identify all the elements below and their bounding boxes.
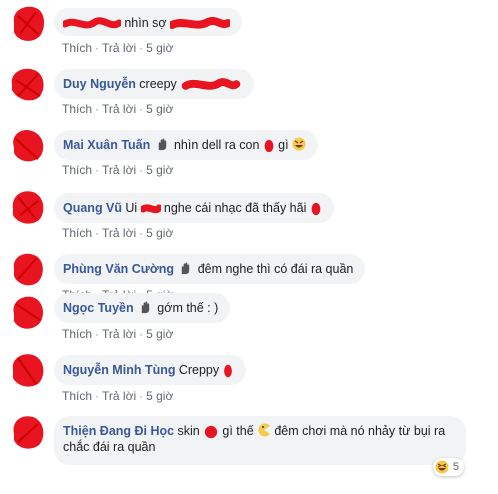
like-link[interactable]: Thích — [62, 102, 92, 116]
like-link[interactable]: Thích — [62, 327, 92, 341]
reply-link[interactable]: Trả lời — [102, 327, 136, 341]
author-name[interactable]: Mai Xuân Tuấn — [63, 138, 150, 152]
comment-actions: Thích·Trả lời·5 giờ — [62, 226, 174, 240]
reply-link[interactable]: Trả lời — [102, 389, 136, 403]
comment-actions: Thích·Trả lời·5 giờ — [62, 41, 174, 55]
timestamp[interactable]: 5 giờ — [146, 226, 173, 240]
comment-text: nhìn dell ra con — [173, 138, 260, 152]
avatar[interactable] — [8, 187, 48, 227]
comment-text: skin — [177, 424, 200, 438]
redaction-mark — [169, 16, 230, 29]
waving-hand-icon — [158, 138, 166, 151]
comment-actions: Thích·Trả lời·5 giờ — [62, 163, 174, 177]
comment-actions: Thích·Trả lời·5 giờ — [62, 389, 174, 403]
comment-bubble: Nguyễn Minh Tùng Creppy — [54, 355, 247, 385]
comment-bubble: Quang Vũ Ui nghe cái nhạc đã thấy hãi — [54, 193, 334, 223]
comment-bubble: Phùng Văn Cường đêm nghe thì có đái ra q… — [54, 254, 366, 284]
avatar[interactable] — [8, 64, 48, 104]
redaction-mark — [140, 204, 161, 214]
comment-bubble: Duy Nguyễn creepy — [54, 69, 255, 99]
timestamp[interactable]: 5 giờ — [146, 327, 173, 341]
pacman-emoji-icon — [258, 423, 271, 437]
comment-text: gì thế — [222, 424, 254, 438]
avatar[interactable] — [8, 412, 48, 452]
author-name[interactable] — [63, 16, 121, 30]
timestamp[interactable]: 5 giờ — [146, 163, 173, 177]
avatar[interactable] — [8, 292, 48, 332]
redaction-mark — [224, 364, 233, 378]
redaction-mark — [204, 425, 218, 438]
author-name[interactable]: Duy Nguyễn — [63, 77, 136, 91]
avatar[interactable] — [8, 125, 48, 165]
author-name[interactable]: Thiện Đang Đi Học — [63, 424, 174, 438]
comment-bubble: Ngọc Tuyền gớm thế : ) — [54, 293, 231, 323]
author-name[interactable]: Phùng Văn Cường — [63, 262, 174, 276]
redaction-mark — [311, 202, 321, 215]
like-link[interactable]: Thích — [62, 226, 92, 240]
redaction-mark — [264, 139, 274, 152]
author-name[interactable]: Ngọc Tuyền — [63, 301, 134, 315]
comment-text: nhìn sợ — [124, 16, 167, 30]
comment-bubble: nhìn sợ — [54, 8, 242, 36]
like-link[interactable]: Thích — [62, 41, 92, 55]
laughing-emoji-icon — [292, 137, 306, 151]
author-name[interactable]: Quang Vũ — [63, 201, 122, 215]
comment-actions: Thích·Trả lời·5 giờ — [62, 327, 174, 341]
reply-link[interactable]: Trả lời — [102, 41, 136, 55]
avatar[interactable] — [8, 4, 48, 44]
timestamp[interactable]: 5 giờ — [146, 41, 173, 55]
comment-text: Ui — [125, 201, 138, 215]
redaction-mark — [181, 78, 241, 90]
timestamp[interactable]: 5 giờ — [146, 389, 173, 403]
reaction-count: 5 — [452, 461, 459, 473]
like-link[interactable]: Thích — [62, 163, 92, 177]
comment-text: gì — [278, 138, 289, 152]
avatar[interactable] — [8, 350, 48, 390]
timestamp[interactable]: 5 giờ — [146, 102, 173, 116]
waving-hand-icon — [182, 262, 190, 275]
reaction-summary[interactable]: 5 — [432, 458, 464, 476]
waving-hand-icon — [141, 301, 150, 314]
author-name[interactable]: Nguyễn Minh Tùng — [63, 363, 175, 377]
comment-text: gớm thế : ) — [157, 301, 219, 315]
comment-text: đêm nghe thì có đái ra quần — [197, 262, 354, 276]
comment-text: creepy — [139, 77, 177, 91]
comment-text: nghe cái nhạc đã thấy hãi — [163, 201, 307, 215]
comment-text: Creppy — [178, 363, 220, 377]
reply-link[interactable]: Trả lời — [102, 226, 136, 240]
comment-actions: Thích·Trả lời·5 giờ — [62, 102, 174, 116]
avatar[interactable] — [8, 249, 48, 289]
reply-link[interactable]: Trả lời — [102, 163, 136, 177]
haha-reaction-icon — [435, 460, 449, 474]
comment-bubble: Thiện Đang Đi Học skin gì thế đêm chơi m… — [54, 416, 466, 465]
reply-link[interactable]: Trả lời — [102, 102, 136, 116]
like-link[interactable]: Thích — [62, 389, 92, 403]
comment-bubble: Mai Xuân Tuấn nhìn dell ra con gì — [54, 130, 318, 160]
